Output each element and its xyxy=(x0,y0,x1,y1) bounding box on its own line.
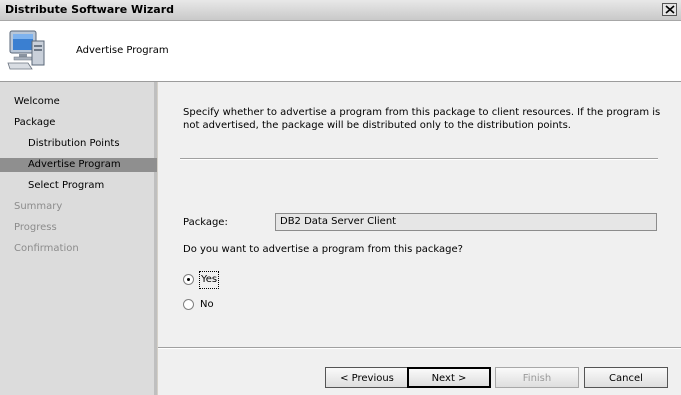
next-button[interactable]: Next > xyxy=(407,367,491,388)
nav-item-advertise-program[interactable]: Advertise Program xyxy=(0,158,157,172)
computer-monitor-icon xyxy=(6,27,48,74)
finish-button: Finish xyxy=(495,367,579,388)
wizard-nav: Welcome Package Distribution Points Adve… xyxy=(0,82,157,395)
nav-item-progress: Progress xyxy=(14,222,57,233)
nav-item-confirmation: Confirmation xyxy=(14,243,79,254)
radio-no-button[interactable] xyxy=(183,299,194,310)
nav-item-package[interactable]: Package xyxy=(0,116,157,130)
radio-no-label[interactable]: No xyxy=(200,297,214,313)
previous-button[interactable]: < Previous xyxy=(325,367,409,388)
nav-item-welcome[interactable]: Welcome xyxy=(0,95,157,109)
close-button[interactable] xyxy=(662,3,677,16)
cancel-button[interactable]: Cancel xyxy=(584,367,668,388)
description-text: Specify whether to advertise a program f… xyxy=(183,107,661,131)
nav-item-distribution-points[interactable]: Distribution Points xyxy=(0,137,157,151)
package-field: DB2 Data Server Client xyxy=(275,213,657,231)
advertise-question: Do you want to advertise a program from … xyxy=(183,244,463,255)
wizard-header: Advertise Program xyxy=(0,21,681,82)
radio-yes-button[interactable] xyxy=(183,274,194,285)
wizard-content: Specify whether to advertise a program f… xyxy=(158,82,681,347)
nav-item-select-program[interactable]: Select Program xyxy=(0,179,157,193)
title-bar: Distribute Software Wizard xyxy=(0,0,681,21)
divider xyxy=(180,158,658,160)
window-title: Distribute Software Wizard xyxy=(5,3,175,16)
close-icon xyxy=(665,5,675,14)
package-label: Package: xyxy=(183,217,228,228)
nav-item-summary: Summary xyxy=(14,201,63,212)
wizard-footer: < Previous Next > Finish Cancel xyxy=(158,349,681,395)
radio-yes-label[interactable]: Yes xyxy=(198,271,220,289)
page-title: Advertise Program xyxy=(76,45,169,56)
